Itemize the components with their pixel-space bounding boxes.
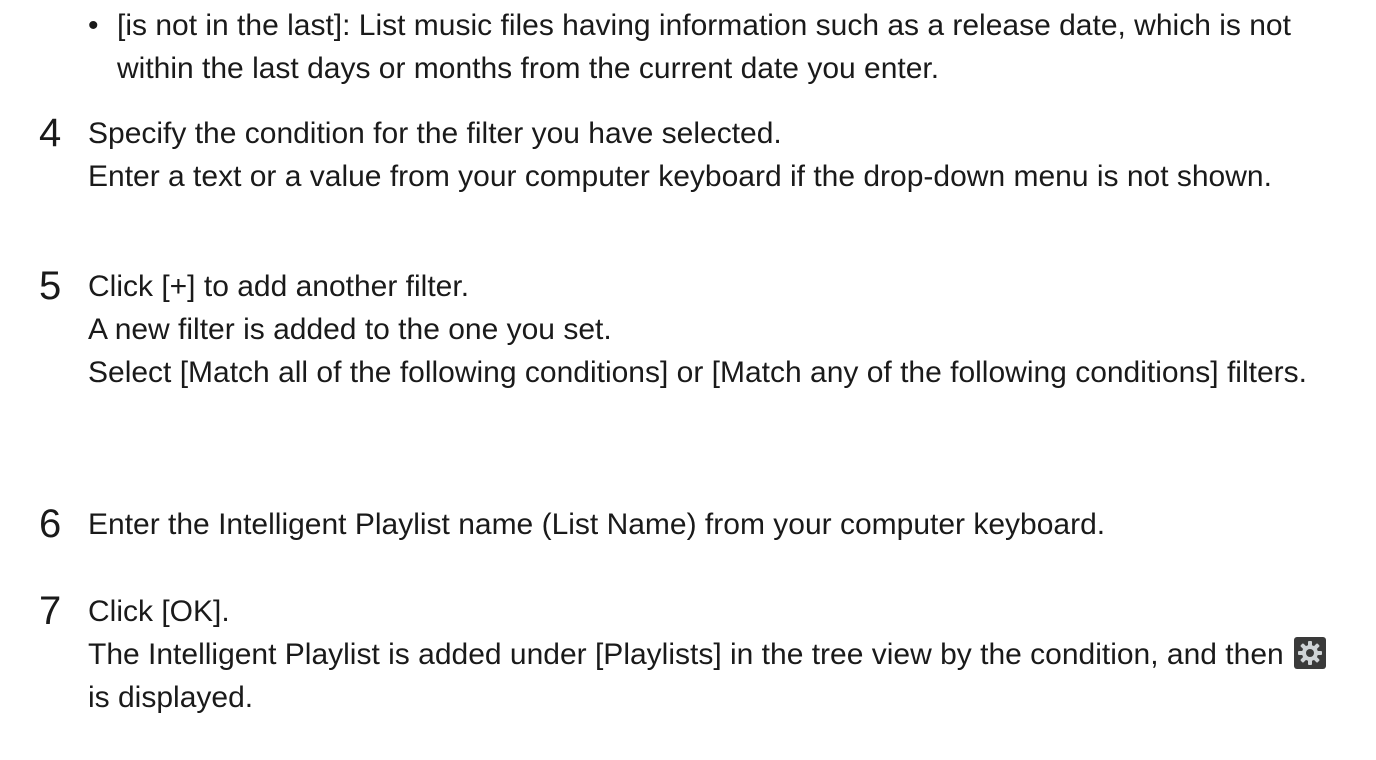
bullet-item-is-not-in-the-last: • [is not in the last]: List music files…	[88, 4, 1358, 90]
bullet-text: [is not in the last]: List music files h…	[117, 9, 1291, 85]
step-detail: Enter a text or a value from your comput…	[88, 160, 1272, 193]
step-detail-text: is displayed.	[88, 681, 254, 714]
step-number: 6	[39, 502, 62, 546]
step-detail-text: The Intelligent Playlist is added under …	[88, 638, 1284, 671]
bullet-marker: •	[88, 9, 99, 42]
step-number: 5	[39, 264, 62, 308]
step-title: Enter the Intelligent Playlist name (Lis…	[88, 508, 1106, 541]
step-body: Click [+] to add another filter. A new f…	[88, 265, 1358, 394]
step-body: Specify the condition for the filter you…	[88, 112, 1358, 198]
step-title: Specify the condition for the filter you…	[88, 117, 782, 150]
step-body: Click [OK]. The Intelligent Playlist is …	[88, 590, 1358, 719]
step-detail: Select [Match all of the following condi…	[88, 356, 1307, 389]
manual-page: • [is not in the last]: List music files…	[0, 0, 1376, 760]
step-number: 4	[39, 111, 62, 155]
step-detail: The Intelligent Playlist is added under …	[88, 633, 1358, 719]
step-detail: A new filter is added to the one you set…	[88, 313, 612, 346]
intelligent-playlist-gear-icon	[1294, 637, 1327, 669]
step-body: Enter the Intelligent Playlist name (Lis…	[88, 503, 1358, 546]
step-number: 7	[39, 589, 62, 633]
step-title: Click [OK].	[88, 595, 230, 628]
step-title: Click [+] to add another filter.	[88, 270, 470, 303]
